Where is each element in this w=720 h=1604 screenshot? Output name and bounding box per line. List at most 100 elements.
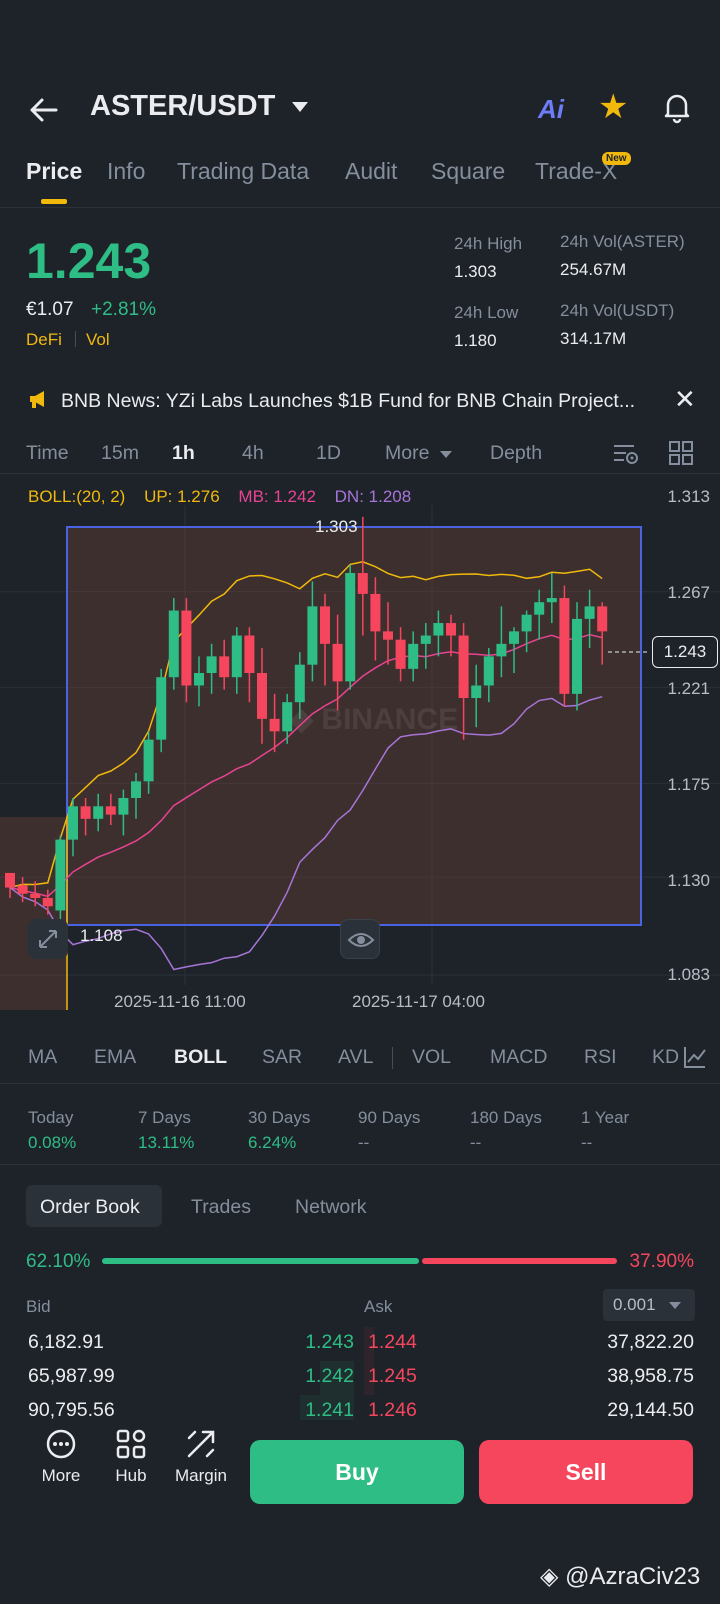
chevron-down-icon[interactable]: [440, 451, 452, 458]
bid-ratio-bar: [102, 1258, 419, 1264]
high-value: 1.303: [454, 262, 497, 281]
hub-label: Hub: [115, 1466, 147, 1485]
interval-15m[interactable]: 15m: [101, 442, 139, 465]
y-tick: 1.221: [667, 679, 710, 698]
candle-up: [206, 656, 217, 674]
candle-down: [458, 635, 469, 699]
perf-30d-label: 30 Days: [248, 1108, 311, 1127]
candle-up: [118, 797, 129, 815]
bid-header: Bid: [26, 1297, 51, 1316]
tag-defi[interactable]: DeFi: [26, 330, 62, 350]
interval-1d[interactable]: 1D: [316, 442, 341, 465]
orderbook-row[interactable]: 65,987.99 1.242 1.245 38,958.75: [0, 1361, 720, 1395]
price-chart[interactable]: ◆ BINANCE 1.313 1.267 1.221 1.175 1.130 …: [0, 487, 720, 1011]
candle-down: [332, 643, 343, 682]
candle-down: [357, 573, 368, 594]
y-tick: 1.267: [667, 583, 710, 602]
margin-icon: [187, 1430, 215, 1458]
indicator-boll[interactable]: BOLL: [174, 1046, 227, 1069]
interval-more[interactable]: More: [385, 442, 429, 465]
bid-ratio-label: 62.10%: [26, 1251, 91, 1272]
tab-trading-data[interactable]: Trading Data: [177, 158, 309, 185]
indicator-vol[interactable]: VOL: [412, 1046, 451, 1069]
ask-qty: 37,822.20: [607, 1331, 694, 1353]
tab-order-book[interactable]: Order Book: [40, 1196, 140, 1219]
candle-down: [269, 718, 280, 732]
ask-qty: 38,958.75: [607, 1365, 694, 1387]
back-arrow-icon[interactable]: [26, 94, 62, 126]
indicator-avl[interactable]: AVL: [338, 1046, 373, 1069]
tab-square[interactable]: Square: [431, 158, 505, 185]
indicator-macd[interactable]: MACD: [490, 1046, 547, 1069]
indicator-kd[interactable]: KD: [652, 1046, 679, 1069]
pair-dropdown-icon[interactable]: [292, 102, 308, 112]
pair-title[interactable]: ASTER/USDT: [90, 90, 275, 123]
candle-down: [5, 872, 15, 888]
perf-7d-value: 13.11%: [138, 1133, 195, 1152]
creator-handle: @AzraCiv23: [565, 1563, 701, 1590]
low-value: 1.180: [454, 331, 497, 350]
bid-price: 1.242: [305, 1365, 354, 1387]
candle-down: [30, 893, 41, 898]
close-icon[interactable]: ✕: [674, 384, 696, 415]
more-button[interactable]: More: [29, 1428, 93, 1486]
news-banner[interactable]: BNB News: YZi Labs Launches $1B Fund for…: [0, 380, 720, 424]
perf-90d-label: 90 Days: [358, 1108, 421, 1127]
chevron-down-icon: [669, 1302, 681, 1309]
news-text[interactable]: BNB News: YZi Labs Launches $1B Fund for…: [61, 390, 657, 413]
buy-button[interactable]: Buy: [250, 1440, 464, 1504]
perf-today-value: 0.08%: [28, 1133, 77, 1152]
active-tab-indicator: [41, 199, 67, 204]
precision-select[interactable]: 0.001: [603, 1289, 695, 1321]
indicator-sar[interactable]: SAR: [262, 1046, 302, 1069]
hub-grid-icon: [116, 1429, 146, 1459]
tab-info[interactable]: Info: [107, 158, 145, 185]
interval-1h[interactable]: 1h: [172, 442, 195, 465]
orderbook-row[interactable]: 6,182.91 1.243 1.244 37,822.20: [0, 1327, 720, 1361]
line-chart-icon[interactable]: [682, 1044, 708, 1070]
ai-assistant-icon[interactable]: Ai: [538, 94, 564, 125]
perf-180d-label: 180 Days: [470, 1108, 542, 1127]
new-badge: New: [602, 152, 631, 165]
candle-down: [370, 593, 381, 632]
candle-up: [68, 806, 78, 840]
tab-network[interactable]: Network: [295, 1196, 367, 1219]
indicator-ma[interactable]: MA: [28, 1046, 57, 1069]
vol-base-label: 24h Vol(ASTER): [560, 232, 685, 251]
vol-base-value: 254.67M: [560, 260, 627, 279]
tab-trades[interactable]: Trades: [191, 1196, 251, 1219]
bid-qty: 65,987.99: [28, 1365, 115, 1387]
candle-up: [307, 606, 318, 665]
interval-depth[interactable]: Depth: [490, 442, 542, 465]
sell-button[interactable]: Sell: [479, 1440, 693, 1504]
expand-icon[interactable]: [28, 919, 68, 959]
last-price: 1.243: [26, 233, 152, 289]
divider: [0, 1164, 720, 1165]
indicator-ema[interactable]: EMA: [94, 1046, 136, 1069]
eye-icon[interactable]: [340, 919, 380, 959]
y-tick: 1.130: [667, 871, 710, 890]
bell-icon[interactable]: [660, 90, 694, 124]
candle-down: [257, 673, 267, 719]
candle-up: [194, 673, 204, 686]
candle-up: [93, 806, 104, 819]
chart-settings-icon[interactable]: [612, 442, 640, 466]
tab-audit[interactable]: Audit: [345, 158, 397, 185]
interval-time[interactable]: Time: [26, 442, 69, 465]
tab-price[interactable]: Price: [26, 158, 82, 185]
bottom-action-bar: More Hub Margin Buy Sell: [0, 1420, 720, 1510]
hub-button[interactable]: Hub: [99, 1428, 163, 1486]
candle-up: [345, 573, 356, 682]
vol-quote-label: 24h Vol(USDT): [560, 301, 675, 320]
margin-button[interactable]: Margin: [169, 1428, 233, 1486]
tag-divider: [75, 331, 76, 347]
megaphone-icon: [30, 391, 44, 408]
interval-4h[interactable]: 4h: [242, 442, 264, 465]
tag-vol[interactable]: Vol: [86, 330, 110, 350]
layout-grid-icon[interactable]: [668, 440, 694, 466]
bid-qty: 90,795.56: [28, 1399, 115, 1421]
indicator-rsi[interactable]: RSI: [584, 1046, 617, 1069]
low-marker: 1.108: [80, 926, 123, 945]
favorite-star-icon[interactable]: ★: [598, 90, 628, 124]
y-tick: 1.175: [667, 775, 710, 794]
